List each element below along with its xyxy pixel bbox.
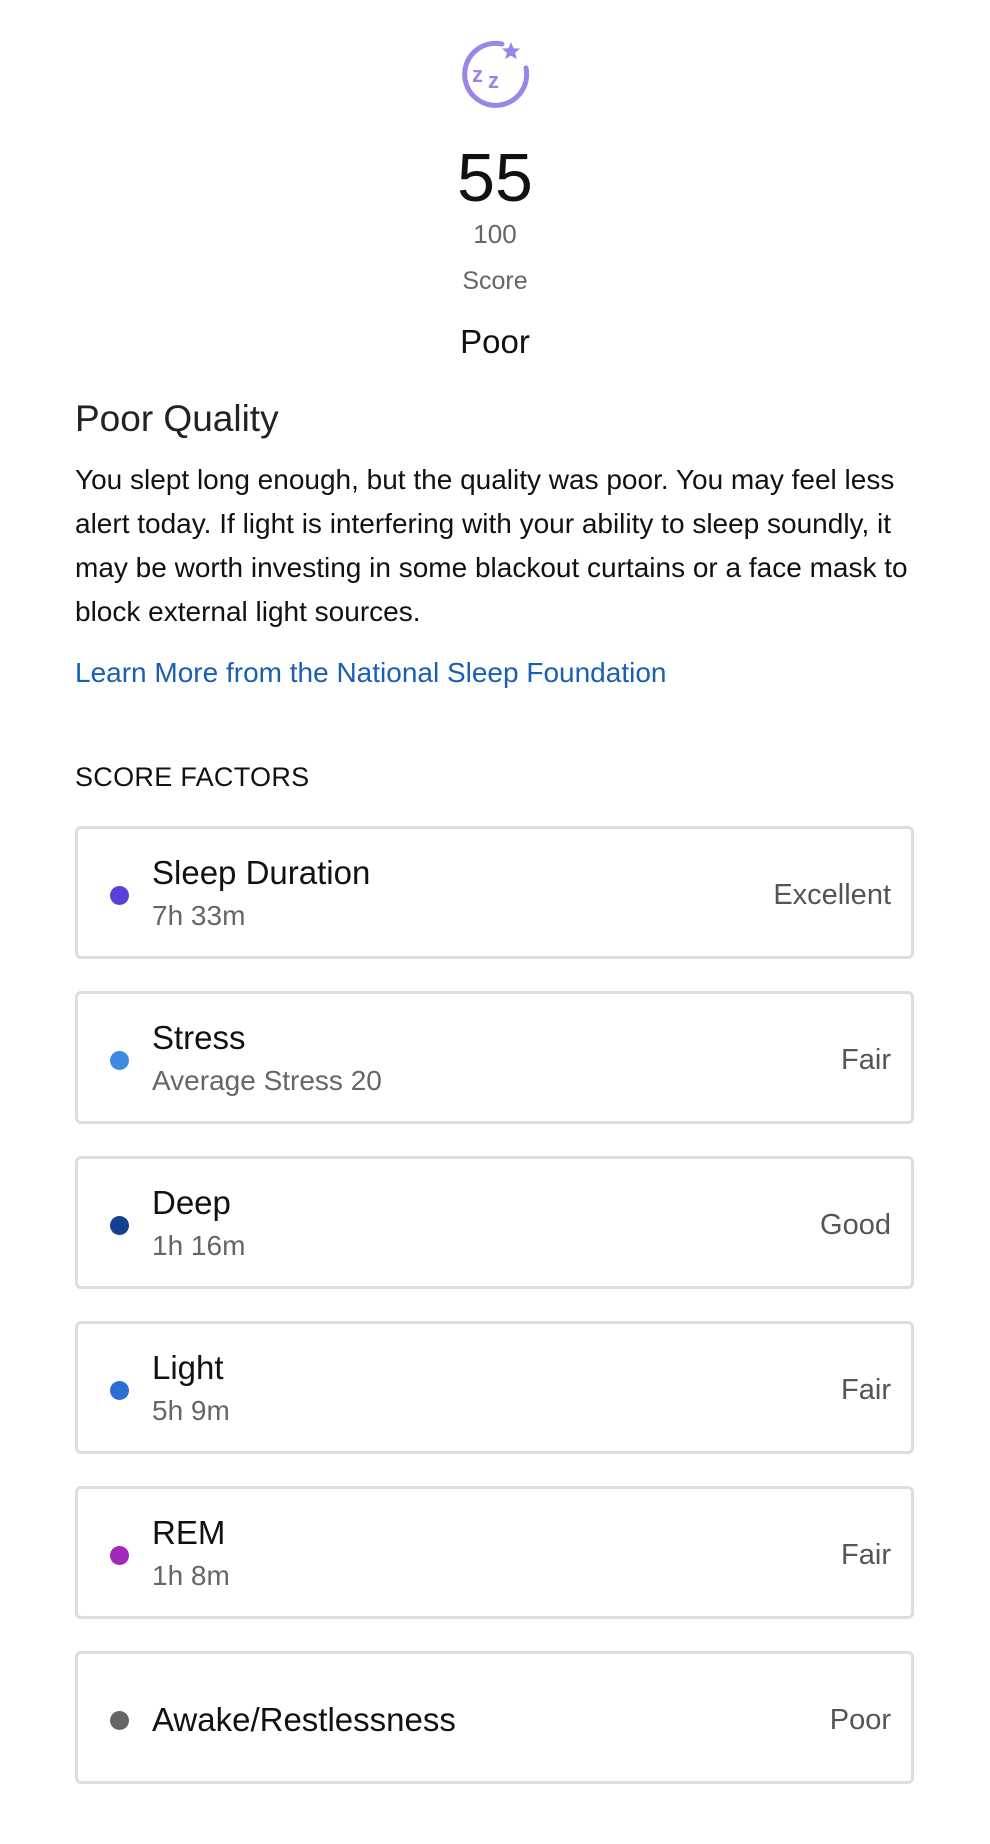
score-value: 55: [457, 140, 533, 216]
factor-name: REM: [152, 1514, 226, 1551]
factor-card-rem[interactable]: REM 1h 8m Fair: [75, 1486, 914, 1619]
factor-rating: Fair: [841, 1044, 891, 1076]
svg-text:z: z: [472, 62, 483, 87]
factor-dot: [110, 1546, 129, 1565]
factor-rating: Poor: [829, 1704, 891, 1736]
factor-name: Sleep Duration: [152, 854, 371, 891]
factor-rating: Fair: [841, 1374, 891, 1406]
quality-description: You slept long enough, but the quality w…: [75, 464, 908, 627]
sleep-zz-star-icon: z z: [462, 40, 530, 108]
quality-title: Poor Quality: [75, 398, 279, 439]
factor-name: Awake/Restlessness: [152, 1701, 456, 1738]
factor-card-light[interactable]: Light 5h 9m Fair: [75, 1321, 914, 1454]
factor-dot: [110, 886, 129, 905]
factor-detail: 1h 8m: [152, 1560, 230, 1591]
factor-dot: [110, 1711, 129, 1730]
score-factors-heading: SCORE FACTORS: [75, 762, 310, 792]
factor-name: Stress: [152, 1019, 246, 1056]
factor-name: Deep: [152, 1184, 231, 1221]
factor-card-awake-restlessness[interactable]: Awake/Restlessness Poor: [75, 1651, 914, 1784]
learn-more-link[interactable]: Learn More from the National Sleep Found…: [75, 655, 666, 691]
factor-dot: [110, 1051, 129, 1070]
factor-rating: Excellent: [773, 879, 891, 911]
factor-dot: [110, 1381, 129, 1400]
score-rating: Poor: [460, 323, 530, 360]
factor-dot: [110, 1216, 129, 1235]
factor-rating: Fair: [841, 1539, 891, 1571]
factor-card-sleep-duration[interactable]: Sleep Duration 7h 33m Excellent: [75, 826, 914, 959]
score-label: Score: [462, 267, 528, 295]
factor-card-deep[interactable]: Deep 1h 16m Good: [75, 1156, 914, 1289]
factor-detail: 1h 16m: [152, 1230, 246, 1261]
factor-detail: 5h 9m: [152, 1395, 230, 1426]
sleep-score-page: z z 55 100 Score Poor Poor Quality You s…: [0, 0, 990, 1844]
svg-text:z: z: [488, 68, 499, 93]
factor-name: Light: [152, 1349, 224, 1386]
factor-detail: Average Stress 20: [152, 1065, 382, 1096]
score-max: 100: [473, 219, 517, 249]
factor-detail: 7h 33m: [152, 900, 246, 931]
factor-card-stress[interactable]: Stress Average Stress 20 Fair: [75, 991, 914, 1124]
factor-rating: Good: [820, 1209, 891, 1241]
